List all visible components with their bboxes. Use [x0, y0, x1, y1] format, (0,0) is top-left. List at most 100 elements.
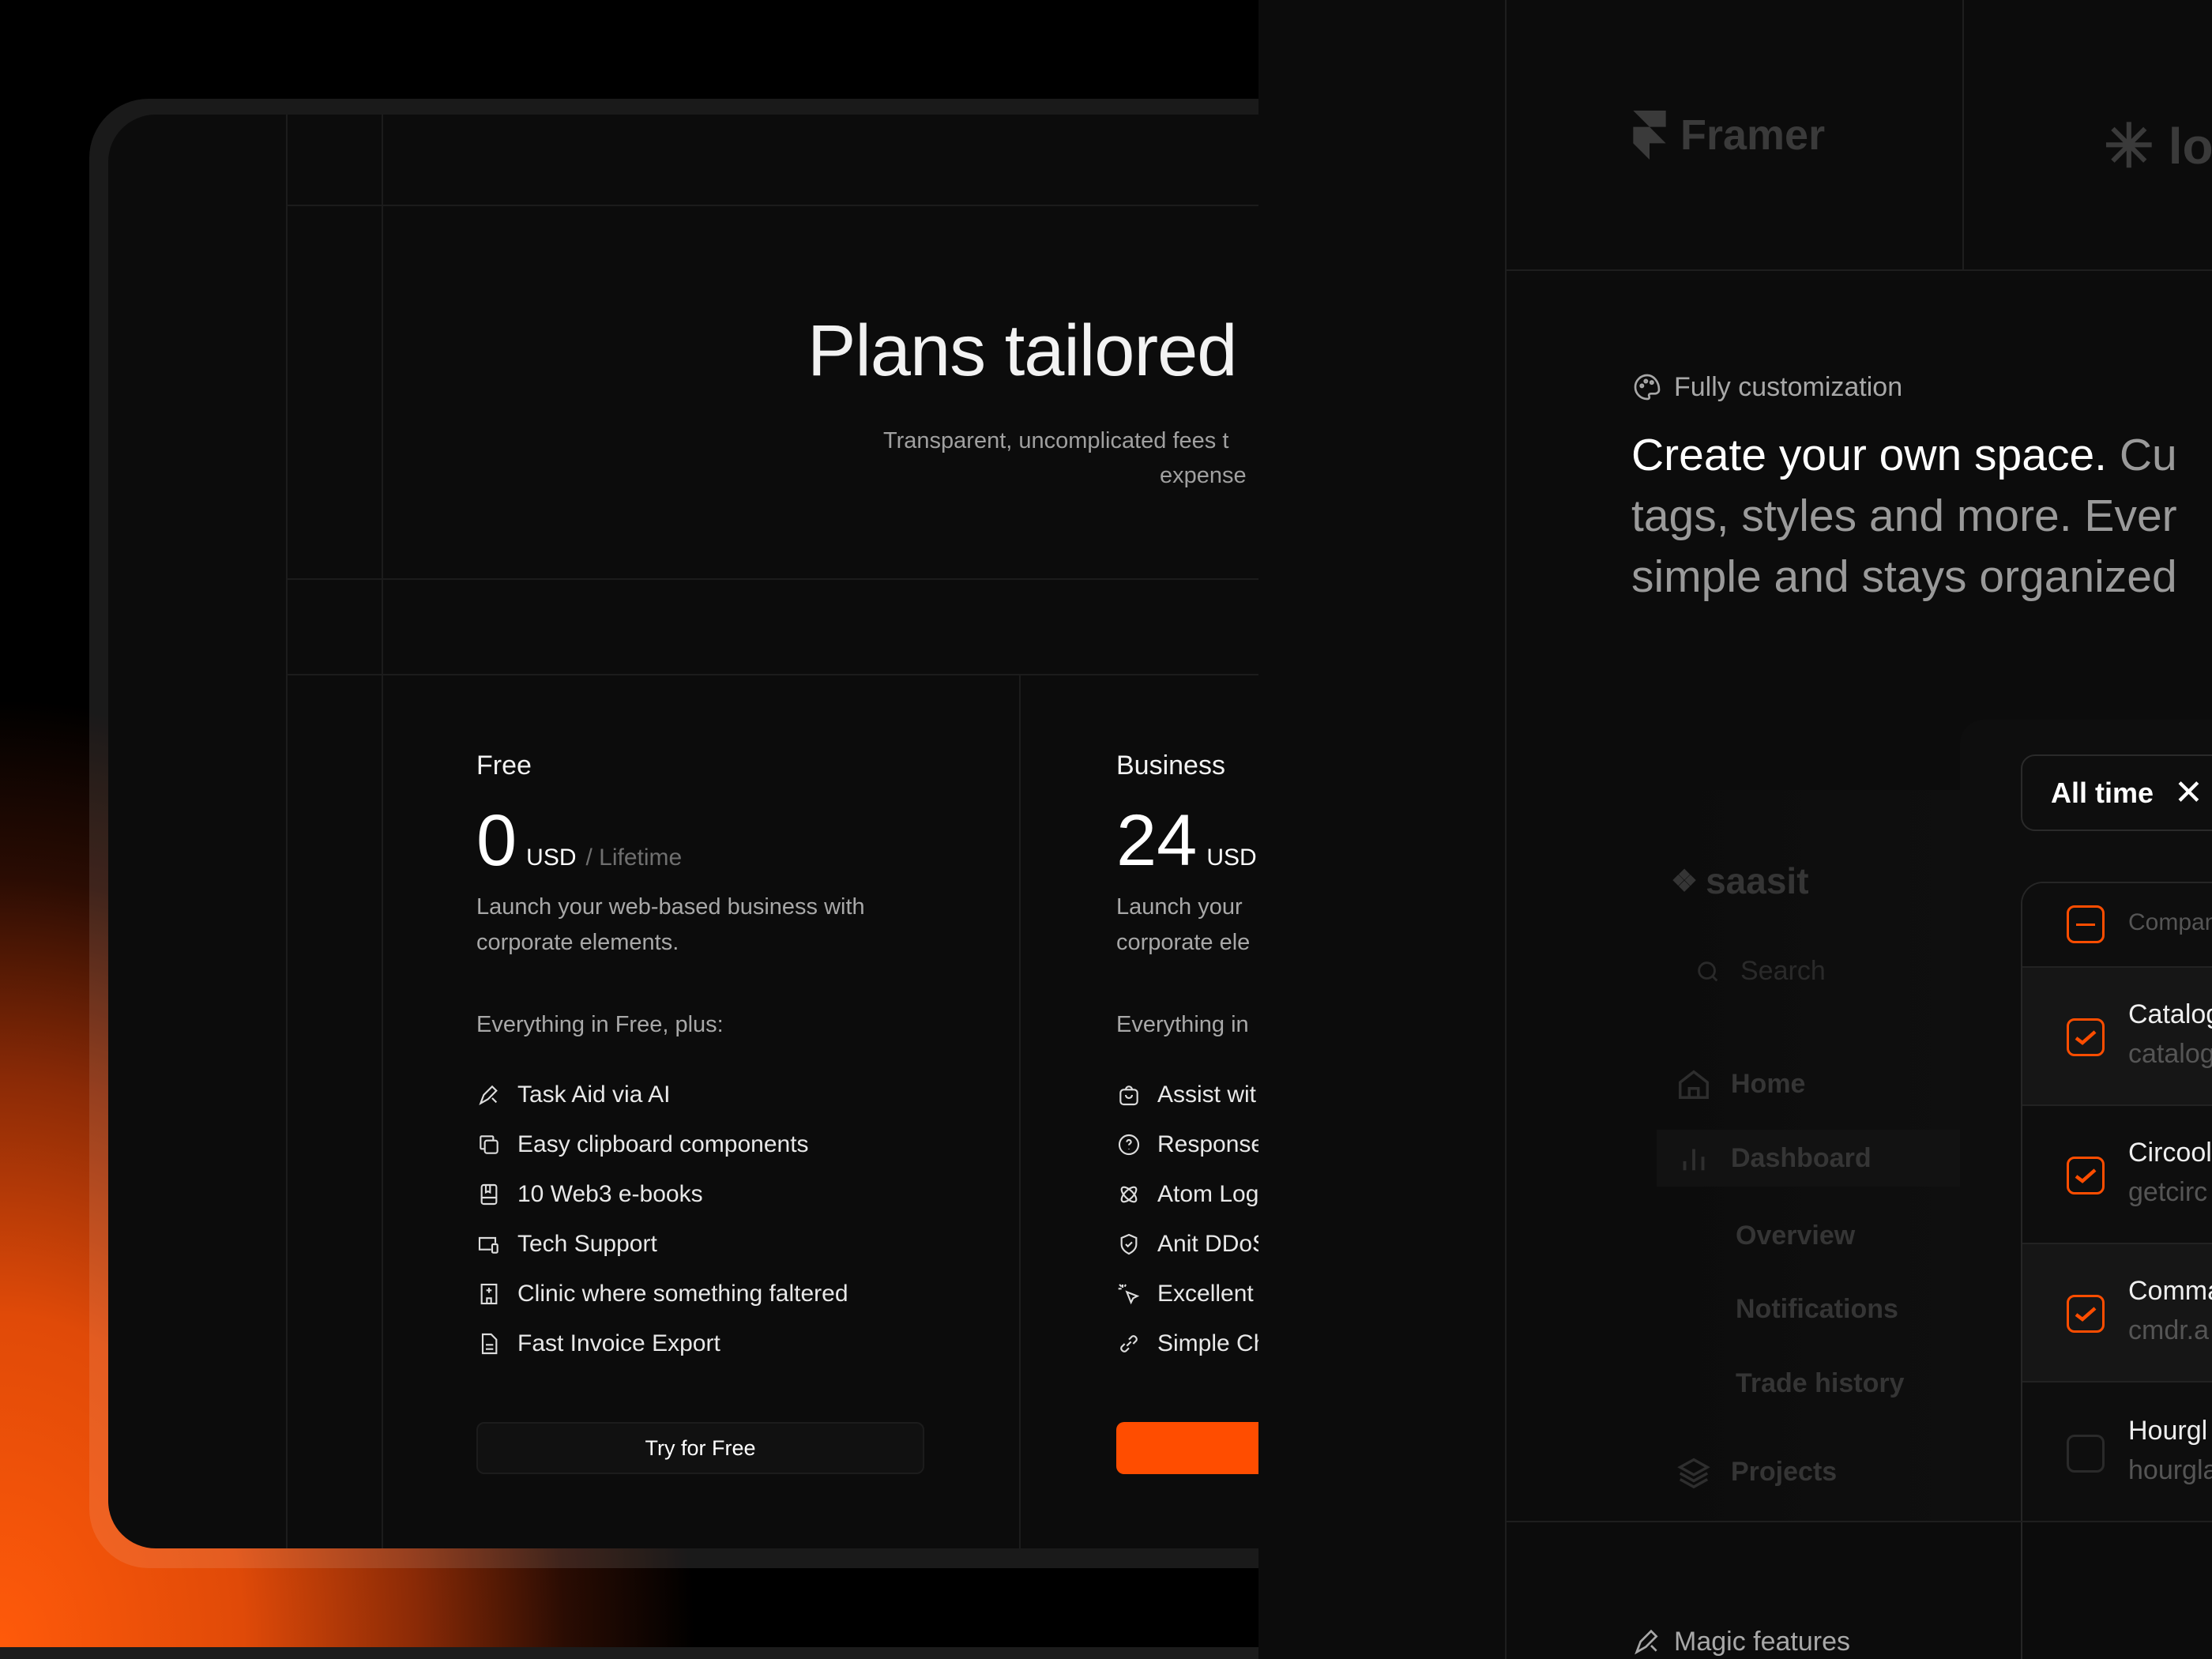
business-cta-button[interactable]	[1116, 1422, 1258, 1474]
plan-description: Launch your web-based business with corp…	[476, 890, 865, 961]
feature-list: Task Aid via AI Easy clipboard component…	[476, 1070, 848, 1368]
try-for-free-button[interactable]: Try for Free	[476, 1422, 924, 1474]
divider	[1507, 1521, 2212, 1522]
hospital-icon	[480, 1283, 498, 1304]
nav-label: Overview	[1736, 1221, 1856, 1251]
heading-text: simple and stays organized	[1631, 551, 2177, 602]
price-currency: USD	[1206, 845, 1257, 871]
plan-name: Free	[476, 750, 532, 781]
shopping-bag-icon	[1119, 1085, 1138, 1105]
close-icon[interactable]: ✕	[2174, 773, 2203, 813]
shield-check-icon	[1120, 1233, 1138, 1255]
feature-item: Clinic where something faltered	[476, 1269, 848, 1319]
sidebar-item-overview[interactable]: Overview	[1736, 1221, 1855, 1251]
grid-line	[1019, 674, 1021, 1548]
feature-item: Atom Log	[1116, 1169, 1258, 1219]
bottom-strip	[0, 1647, 1258, 1659]
description-line: Launch your	[1116, 894, 1243, 920]
feature-item: Simple Ch	[1116, 1319, 1258, 1368]
table-row[interactable]: Hourgl hourgla	[2022, 1384, 2212, 1522]
feature-item: Tech Support	[476, 1219, 848, 1269]
logo-text: Framer	[1680, 111, 1826, 159]
table-row[interactable]: Comma cmdr.a	[2022, 1244, 2212, 1382]
sidebar-item-projects[interactable]: Projects	[1676, 1454, 1837, 1490]
filter-chip-all-time[interactable]: All time ✕	[2021, 754, 2212, 831]
plan-includes: Everything in Free, plus:	[476, 1012, 724, 1037]
copy-icon	[480, 1134, 498, 1154]
select-all-checkbox[interactable]	[2067, 905, 2105, 943]
description-line: corporate ele	[1116, 930, 1251, 955]
price-value: 0	[476, 800, 517, 881]
feature-item: 10 Web3 e-books	[476, 1169, 848, 1219]
plan-includes: Everything in	[1116, 1012, 1249, 1037]
feature-item: Anit DDoS	[1116, 1219, 1258, 1269]
sparkle-cursor-icon	[1118, 1283, 1140, 1304]
company-name: Hourgl	[2128, 1416, 2208, 1446]
subtitle-line: Transparent, uncomplicated fees t	[883, 428, 1229, 453]
grid-line	[286, 115, 288, 1548]
table-header: Compan	[2022, 883, 2212, 968]
framer-logo-icon	[1633, 111, 1666, 160]
check-icon	[2075, 1307, 2097, 1322]
sidebar-item-trade-history[interactable]: Trade history	[1736, 1368, 1905, 1399]
atom-icon	[1120, 1186, 1138, 1202]
check-icon	[2075, 1030, 2097, 1045]
search-placeholder: Search	[1740, 956, 1826, 986]
brand-name: saasit	[1706, 860, 1809, 901]
row-checkbox[interactable]	[2067, 1435, 2105, 1473]
feature-label: Assist wit	[1157, 1081, 1257, 1108]
company-name: Circool	[2128, 1138, 2212, 1168]
brand-logo: ❖ saasit	[1671, 860, 1809, 902]
sidebar-item-home[interactable]: Home	[1676, 1066, 1805, 1102]
feature-label: Anit DDoS	[1157, 1230, 1258, 1257]
row-checkbox[interactable]	[2067, 1157, 2105, 1194]
help-circle-icon	[1118, 1134, 1140, 1155]
sidebar-item-dashboard[interactable]: Dashboard	[1676, 1140, 1872, 1176]
description-line: Launch your web-based business with	[476, 894, 865, 920]
row-checkbox[interactable]	[2067, 1018, 2105, 1056]
company-table: Compan Catalog catalog Circool getcirc Comma…	[2021, 882, 2212, 1659]
nav-label: Home	[1731, 1068, 1806, 1099]
description-line: corporate elements.	[476, 930, 679, 955]
section-eyebrow: Fully customization	[1631, 371, 1902, 403]
pen-tool-icon	[479, 1085, 498, 1105]
feature-label: 10 Web3 e-books	[517, 1180, 703, 1207]
plan-name: Business	[1116, 750, 1225, 781]
framer-logo: Framer	[1633, 111, 1825, 160]
brand-logo-icon: ❖	[1671, 864, 1698, 898]
heading-text: tags, styles and more. Ever	[1631, 491, 2177, 541]
price-currency: USD	[526, 845, 577, 871]
feature-label: Simple Ch	[1157, 1330, 1258, 1356]
table-row[interactable]: Circool getcirc	[2022, 1106, 2212, 1244]
sidebar-search[interactable]: Search	[1695, 956, 1826, 987]
feature-label: Tech Support	[517, 1230, 657, 1257]
magic-wand-icon	[1635, 1629, 1658, 1655]
feature-item: Fast Invoice Export	[476, 1319, 848, 1368]
heading-text: Cu	[2106, 430, 2177, 480]
feature-label: Fast Invoice Export	[517, 1330, 720, 1356]
subtitle-line: expense	[1160, 463, 1247, 488]
file-text-icon	[481, 1333, 498, 1354]
home-icon	[1679, 1070, 1709, 1099]
table-row[interactable]: Catalog catalog	[2022, 968, 2212, 1106]
eyebrow-text: Magic features	[1674, 1626, 1850, 1657]
grid-line	[382, 115, 383, 1548]
layers-icon	[1677, 1458, 1710, 1489]
feature-preview: Framer ✳ lo Fully customization Create y…	[1505, 0, 2212, 1659]
nav-label: Notifications	[1736, 1294, 1898, 1324]
company-name: Catalog	[2128, 999, 2212, 1029]
price-period: / Lifetime	[585, 845, 683, 871]
check-icon	[2075, 1168, 2097, 1183]
feature-item: Assist wit	[1116, 1070, 1258, 1119]
sidebar-item-notifications[interactable]: Notifications	[1736, 1294, 1898, 1325]
feature-item: Response	[1116, 1119, 1258, 1169]
feature-label: Response	[1157, 1130, 1258, 1157]
company-domain: getcirc	[2128, 1177, 2208, 1207]
grid-line	[286, 578, 1258, 580]
eyebrow-text: Fully customization	[1674, 371, 1903, 402]
nav-label: Trade history	[1736, 1368, 1905, 1398]
feature-item: Task Aid via AI	[476, 1070, 848, 1119]
grid-line	[286, 205, 1258, 206]
plan-price: 0 USD / Lifetime	[476, 804, 682, 877]
row-checkbox[interactable]	[2067, 1295, 2105, 1333]
